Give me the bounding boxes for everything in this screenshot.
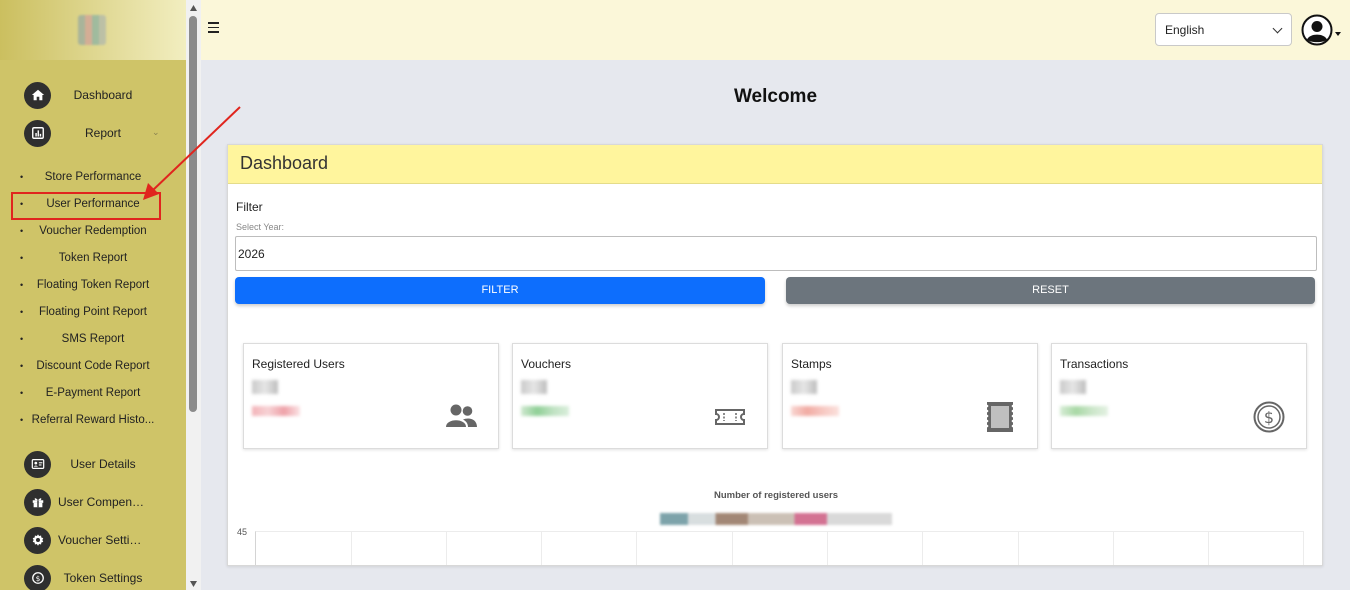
avatar-dropdown-caret-icon[interactable] bbox=[1335, 32, 1341, 36]
chart-title: Number of registered users bbox=[713, 490, 839, 501]
scroll-down-arrow-icon[interactable] bbox=[189, 580, 198, 588]
card-title: Dashboard bbox=[228, 145, 1322, 184]
page-title: Welcome bbox=[733, 86, 818, 107]
sidebar-subitem-label: Floating Token Report bbox=[36, 279, 150, 291]
topbar: English bbox=[201, 0, 1350, 60]
annotation-highlight-box bbox=[11, 192, 161, 220]
language-select-value: English bbox=[1165, 22, 1205, 37]
sidebar-subitem-discount-code-report[interactable]: • Discount Code Report bbox=[0, 356, 186, 376]
stat-change-redacted bbox=[791, 406, 839, 416]
bullet: • bbox=[20, 334, 24, 344]
year-input[interactable]: 2026 bbox=[235, 236, 1317, 271]
sidebar-item-label: Voucher Settings bbox=[58, 533, 148, 547]
sidebar-subitem-label: Discount Code Report bbox=[36, 360, 150, 372]
sidebar-subitem-floating-token-report[interactable]: • Floating Token Report bbox=[0, 275, 186, 295]
bullet: • bbox=[20, 172, 24, 182]
sidebar-item-label: User Compensa... bbox=[58, 495, 148, 509]
sidebar-subitem-store-performance[interactable]: • Store Performance bbox=[0, 167, 186, 187]
scrollbar-thumb[interactable] bbox=[189, 16, 197, 412]
sidebar-subitem-floating-point-report[interactable]: • Floating Point Report bbox=[0, 302, 186, 322]
sidebar-scrollbar[interactable] bbox=[186, 0, 201, 590]
filter-button[interactable]: FILTER bbox=[235, 277, 765, 304]
stat-value-redacted bbox=[1060, 380, 1086, 394]
chart-legend-redacted bbox=[660, 513, 892, 525]
bullet: • bbox=[20, 388, 24, 398]
language-select[interactable]: English bbox=[1155, 13, 1292, 46]
sidebar-subitem-label: Floating Point Report bbox=[38, 306, 148, 318]
gear-icon bbox=[24, 526, 51, 554]
stamp-icon bbox=[985, 402, 1015, 432]
sidebar-item-user-details[interactable]: User Details bbox=[0, 447, 186, 481]
chart-icon bbox=[24, 119, 51, 147]
stat-value-redacted bbox=[791, 380, 817, 394]
gift-icon bbox=[24, 488, 51, 516]
svg-text:$: $ bbox=[1264, 408, 1274, 427]
sidebar-item-dashboard[interactable]: Dashboard bbox=[0, 78, 186, 112]
sidebar-item-report[interactable]: Report ⌄ bbox=[0, 116, 186, 150]
svg-text:$: $ bbox=[35, 574, 40, 583]
stat-title: Registered Users bbox=[252, 357, 345, 371]
sidebar-subitem-label: Voucher Redemption bbox=[39, 225, 147, 237]
chevron-down-icon[interactable]: ⌄ bbox=[152, 127, 160, 138]
stat-title: Vouchers bbox=[521, 357, 572, 371]
home-icon bbox=[24, 81, 51, 109]
sidebar-subitem-label: E-Payment Report bbox=[45, 387, 141, 399]
sidebar-item-voucher-settings[interactable]: Voucher Settings bbox=[0, 523, 186, 557]
sidebar-item-user-compensation[interactable]: User Compensa... bbox=[0, 485, 186, 519]
sidebar-item-token-settings[interactable]: $ Token Settings bbox=[0, 561, 186, 590]
stat-card-registered-users[interactable]: Registered Users bbox=[243, 343, 499, 449]
user-avatar-icon[interactable] bbox=[1301, 14, 1333, 46]
sidebar-subitem-sms-report[interactable]: • SMS Report bbox=[0, 329, 186, 349]
dashboard-card: Dashboard Filter Select Year: 2026 FILTE… bbox=[227, 144, 1323, 566]
stat-title: Transactions bbox=[1060, 357, 1129, 371]
reset-button[interactable]: RESET bbox=[786, 277, 1315, 304]
dollar-coin-icon: $ bbox=[1253, 401, 1285, 433]
stat-card-stamps[interactable]: Stamps bbox=[782, 343, 1038, 449]
sidebar-item-label: Token Settings bbox=[63, 571, 143, 585]
chart-y-tick: 45 bbox=[237, 527, 248, 537]
stat-change-redacted bbox=[521, 406, 569, 416]
sidebar-item-label: Dashboard bbox=[73, 88, 133, 102]
stat-card-transactions[interactable]: Transactions $ bbox=[1051, 343, 1307, 449]
chevron-down-icon bbox=[1272, 23, 1283, 34]
bullet: • bbox=[20, 226, 24, 236]
chart-plot-area bbox=[255, 531, 1304, 565]
bullet: • bbox=[20, 415, 24, 425]
sidebar-subitem-token-report[interactable]: • Token Report bbox=[0, 248, 186, 268]
stat-change-redacted bbox=[252, 406, 300, 416]
sidebar-item-label: Report bbox=[84, 126, 122, 140]
sidebar-item-label: User Details bbox=[70, 457, 136, 471]
sidebar-subitem-referral-reward-history[interactable]: • Referral Reward Histo... bbox=[0, 410, 186, 430]
stat-value-redacted bbox=[252, 380, 278, 394]
scroll-up-arrow-icon[interactable] bbox=[189, 4, 198, 12]
user-card-icon bbox=[24, 450, 51, 478]
logo-area bbox=[0, 0, 186, 60]
sidebar-subitem-voucher-redemption[interactable]: • Voucher Redemption bbox=[0, 221, 186, 241]
stat-title: Stamps bbox=[791, 357, 832, 371]
sidebar-subitem-label: Referral Reward Histo... bbox=[31, 414, 155, 426]
users-icon bbox=[446, 404, 477, 427]
bullet: • bbox=[20, 280, 24, 290]
filter-title: Filter bbox=[236, 200, 263, 214]
sidebar-subitem-label: Store Performance bbox=[44, 171, 142, 183]
bullet: • bbox=[20, 253, 24, 263]
sidebar-subitem-e-payment-report[interactable]: • E-Payment Report bbox=[0, 383, 186, 403]
sidebar: Dashboard Report ⌄ • Store Performance • U… bbox=[0, 0, 186, 590]
brand-logo[interactable] bbox=[78, 15, 106, 45]
hamburger-menu-icon[interactable] bbox=[208, 22, 219, 34]
bullet: • bbox=[20, 361, 24, 371]
stat-value-redacted bbox=[521, 380, 547, 394]
coin-icon: $ bbox=[24, 564, 51, 590]
year-field-label: Select Year: bbox=[236, 222, 285, 232]
ticket-icon bbox=[715, 409, 745, 425]
stat-card-vouchers[interactable]: Vouchers bbox=[512, 343, 768, 449]
stat-change-redacted bbox=[1060, 406, 1108, 416]
sidebar-subitem-label: SMS Report bbox=[61, 333, 125, 345]
bullet: • bbox=[20, 307, 24, 317]
sidebar-subitem-label: Token Report bbox=[58, 252, 128, 264]
